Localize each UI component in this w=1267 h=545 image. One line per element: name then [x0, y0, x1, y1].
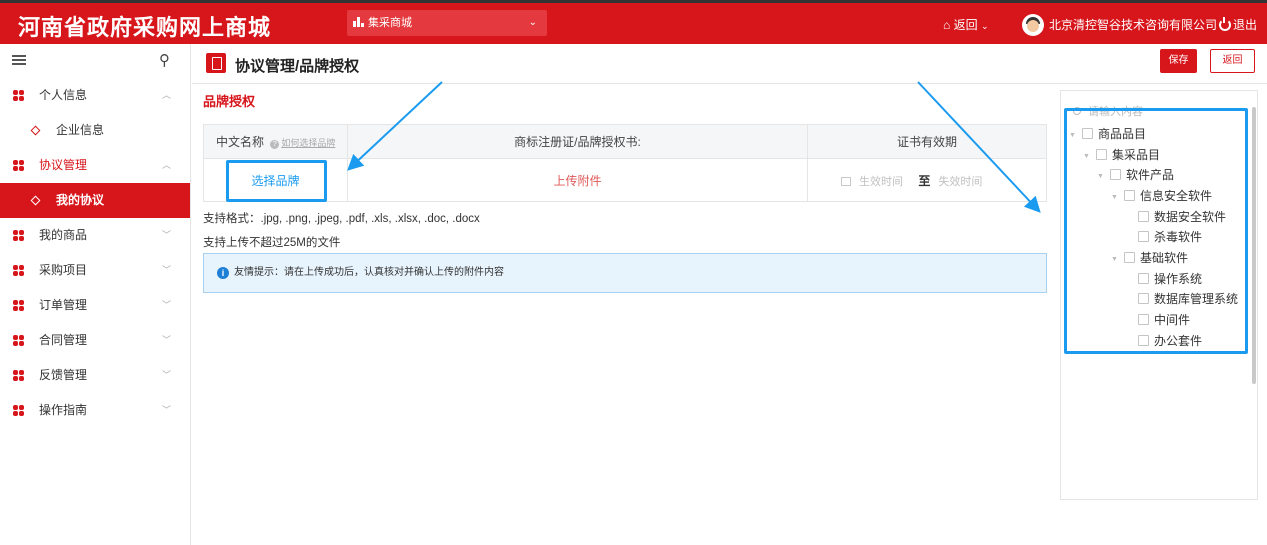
arrow-to-select-brand [347, 81, 443, 171]
annotation-arrows [347, 81, 1041, 213]
arrow-to-tree [917, 81, 1041, 213]
